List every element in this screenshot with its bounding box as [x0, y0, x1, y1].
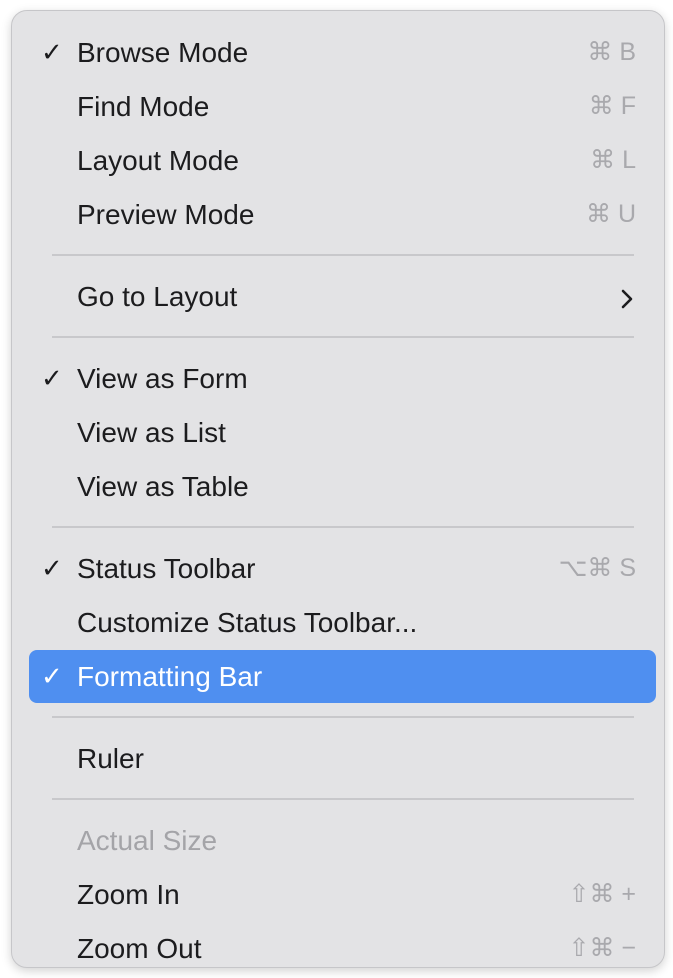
keyboard-shortcut: ⇧⌘ − [568, 934, 637, 962]
menu-separator [52, 798, 634, 800]
keyboard-shortcut: ⌘ B [587, 38, 636, 66]
menu-item-label: View as Table [77, 471, 249, 502]
chevron-right-icon [620, 270, 634, 323]
view-menu: ✓ Browse Mode ⌘ B Find Mode ⌘ F Layout M… [11, 10, 665, 968]
menu-separator [52, 526, 634, 528]
menu-item-view-as-table[interactable]: View as Table [29, 460, 656, 513]
menu-separator [52, 716, 634, 718]
keyboard-shortcut: ⌥⌘ S [558, 554, 636, 582]
menu-item-label: Go to Layout [77, 281, 238, 312]
menu-item-label: Customize Status Toolbar... [77, 607, 418, 638]
menu-item-label: Formatting Bar [77, 661, 263, 692]
menu-item-label: Find Mode [77, 91, 210, 122]
keyboard-shortcut: ⇧⌘ + [568, 880, 637, 908]
menu-item-status-toolbar[interactable]: ✓ Status Toolbar ⌥⌘ S [29, 542, 656, 595]
menu-item-formatting-bar[interactable]: ✓ Formatting Bar [29, 650, 656, 703]
keyboard-shortcut: ⌘ U [586, 200, 636, 228]
menu-item-label: View as Form [77, 363, 248, 394]
keyboard-shortcut: ⌘ F [588, 92, 636, 120]
menu-item-customize-status-toolbar[interactable]: Customize Status Toolbar... [29, 596, 656, 649]
menu-item-view-as-list[interactable]: View as List [29, 406, 656, 459]
menu-item-label: Layout Mode [77, 145, 239, 176]
menu-item-label: Zoom Out [77, 933, 202, 964]
menu-item-find-mode[interactable]: Find Mode ⌘ F [29, 80, 656, 133]
menu-item-label: Ruler [77, 743, 144, 774]
menu-item-label: Browse Mode [77, 37, 249, 68]
menu-item-label: View as List [77, 417, 226, 448]
menu-item-label: Zoom In [77, 879, 180, 910]
menu-item-go-to-layout[interactable]: Go to Layout [29, 270, 656, 323]
checkmark-icon: ✓ [41, 661, 63, 691]
menu-item-preview-mode[interactable]: Preview Mode ⌘ U [29, 188, 656, 241]
keyboard-shortcut: ⌘ L [590, 146, 636, 174]
menu-item-zoom-out[interactable]: Zoom Out ⇧⌘ − [29, 922, 656, 967]
menu-item-label: Actual Size [77, 825, 218, 856]
menu-item-label: Preview Mode [77, 199, 255, 230]
menu-item-actual-size: Actual Size [29, 814, 656, 867]
menu-item-zoom-in[interactable]: Zoom In ⇧⌘ + [29, 868, 656, 921]
menu-separator [52, 254, 634, 256]
menu-separator [52, 336, 634, 338]
checkmark-icon: ✓ [41, 363, 63, 393]
menu-item-view-as-form[interactable]: ✓ View as Form [29, 352, 656, 405]
menu-item-browse-mode[interactable]: ✓ Browse Mode ⌘ B [29, 26, 656, 79]
menu-item-label: Status Toolbar [77, 553, 256, 584]
checkmark-icon: ✓ [41, 553, 63, 583]
menu-item-ruler[interactable]: Ruler [29, 732, 656, 785]
menu-item-layout-mode[interactable]: Layout Mode ⌘ L [29, 134, 656, 187]
checkmark-icon: ✓ [41, 37, 63, 67]
